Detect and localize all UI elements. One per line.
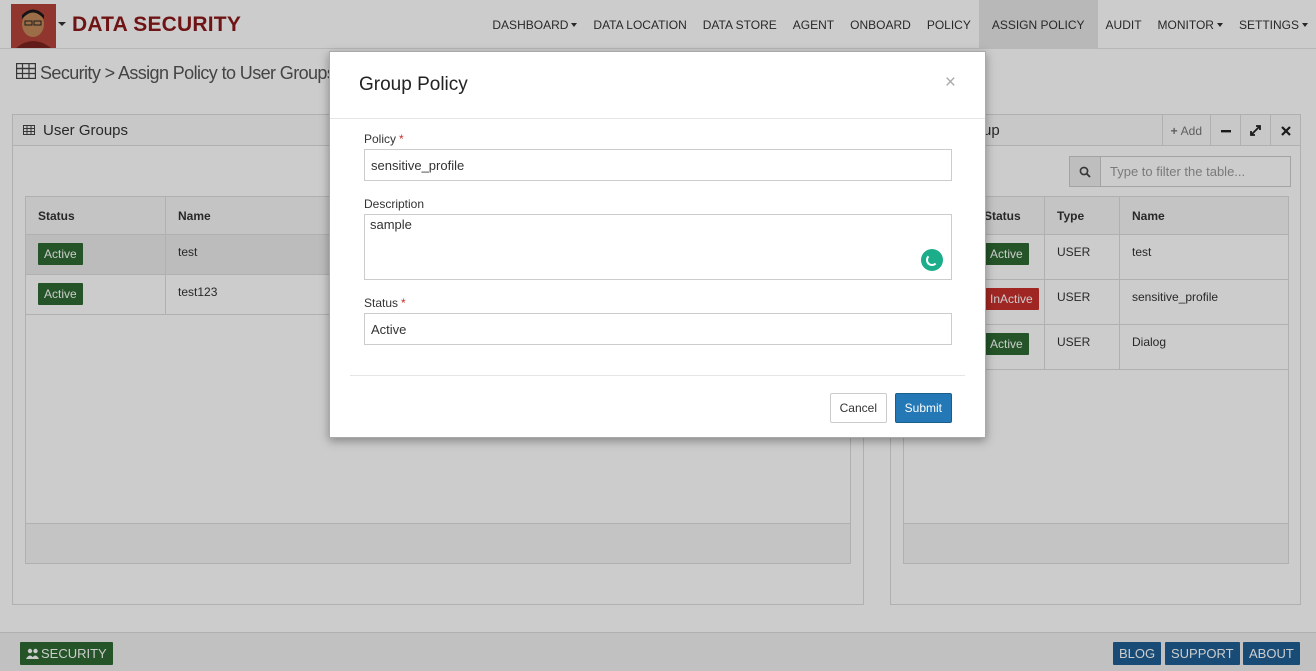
description-field[interactable]: sample [364, 214, 952, 280]
description-value: sample [370, 217, 412, 232]
grammar-assistant-icon[interactable] [921, 249, 943, 271]
modal-title: Group Policy [359, 74, 468, 95]
status-label: Status * [364, 296, 406, 310]
policy-label: Policy * [364, 132, 404, 146]
modal-header: Group Policy × [330, 52, 985, 119]
required-mark: * [401, 296, 406, 310]
cancel-button[interactable]: Cancel [829, 393, 887, 423]
policy-field[interactable]: sensitive_profile [364, 149, 952, 181]
status-field[interactable]: Active [364, 313, 952, 345]
modal-footer: Cancel Submit [350, 375, 965, 423]
required-mark: * [399, 132, 404, 146]
description-label: Description [364, 197, 425, 211]
group-policy-modal: Group Policy × Policy * sensitive_profile… [329, 51, 986, 438]
submit-button[interactable]: Submit [894, 393, 952, 423]
close-icon[interactable]: × [945, 72, 956, 94]
policy-form: Policy * sensitive_profile Description sa… [364, 132, 952, 345]
